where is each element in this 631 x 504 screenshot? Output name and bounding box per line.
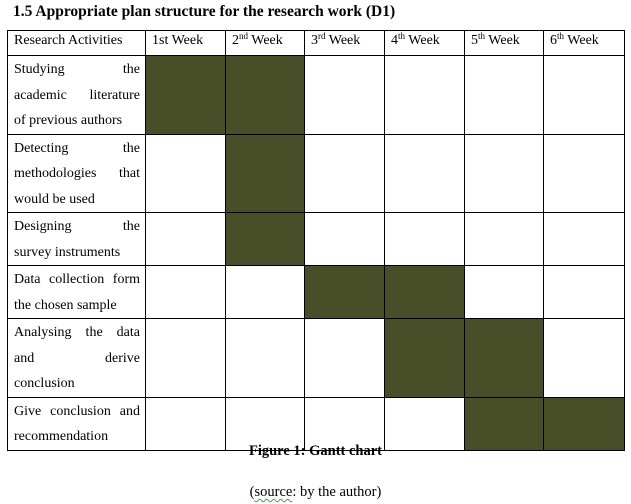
gantt-empty-cell bbox=[304, 212, 385, 266]
gantt-empty-cell bbox=[384, 133, 465, 213]
activity-label: Detecting the methodologies that would be … bbox=[7, 133, 146, 213]
figure-caption: Figure 1: Gantt chart bbox=[248, 443, 383, 459]
gantt-bar-cell bbox=[464, 318, 544, 398]
week-header-label: Week bbox=[325, 33, 361, 48]
gantt-empty-cell bbox=[304, 55, 385, 135]
activity-label: Analysing the data and derive conclusion bbox=[7, 318, 146, 398]
gantt-bar-cell bbox=[225, 212, 305, 266]
activity-label-line: academic literature bbox=[14, 87, 140, 103]
activity-row: Detecting the methodologies that would be … bbox=[7, 133, 625, 213]
activity-row: Data collection form the chosen sample bbox=[7, 265, 625, 319]
activity-label-line: methodologies that bbox=[14, 166, 140, 181]
gantt-bar-cell bbox=[225, 55, 305, 135]
gantt-empty-cell bbox=[304, 318, 385, 398]
activity-label-line: Give conclusion and bbox=[14, 403, 140, 419]
gantt-empty-cell bbox=[543, 265, 625, 319]
activity-label-line: and derive bbox=[14, 350, 140, 366]
week-header-base: 2 bbox=[232, 33, 239, 48]
gantt-empty-cell bbox=[464, 55, 544, 135]
activity-label-line: survey instruments bbox=[14, 244, 121, 260]
activity-label-line: Designing the bbox=[14, 219, 140, 234]
gantt-empty-cell bbox=[384, 55, 465, 135]
gantt-empty-cell bbox=[304, 133, 385, 213]
header-row: Research Activities 1st Week 2nd Week 3r… bbox=[7, 30, 625, 56]
gantt-empty-cell bbox=[145, 265, 226, 319]
activity-label: Data collection form the chosen sample bbox=[7, 265, 146, 319]
section-heading: 1.5 Appropriate plan structure for the r… bbox=[13, 3, 396, 20]
gantt-bar-cell bbox=[145, 55, 226, 135]
gantt-bar-cell bbox=[384, 318, 465, 398]
week-header-label: Week bbox=[405, 33, 440, 48]
activity-label-line: the chosen sample bbox=[14, 297, 117, 313]
activity-row: Analysing the data and derive conclusion bbox=[7, 318, 625, 398]
gantt-bar-cell bbox=[304, 265, 385, 319]
activity-label: Designing the survey instruments bbox=[7, 212, 146, 266]
week-header: 6th Week bbox=[543, 30, 625, 56]
source-suffix: : by the author) bbox=[292, 484, 382, 500]
activity-label-line: of previous authors bbox=[14, 113, 123, 128]
gantt-chart-table: Research Activities 1st Week 2nd Week 3r… bbox=[7, 30, 625, 451]
gantt-empty-cell bbox=[464, 265, 544, 319]
week-header-suffix: nd bbox=[239, 31, 248, 41]
week-header-label: Week bbox=[485, 33, 520, 48]
week-header-base: 5 bbox=[471, 33, 478, 48]
gantt-empty-cell bbox=[145, 318, 226, 398]
activity-label: Studying the academic literature of previo… bbox=[7, 55, 146, 135]
gantt-empty-cell bbox=[543, 212, 625, 266]
activity-row: Studying the academic literature of previo… bbox=[7, 55, 625, 135]
week-header-label: Week bbox=[564, 33, 599, 48]
activity-label-line: Data collection form bbox=[14, 272, 140, 287]
gantt-bar-cell bbox=[225, 133, 305, 213]
gantt-empty-cell bbox=[543, 55, 625, 135]
activity-label-line: conclusion bbox=[14, 376, 75, 391]
source-word: source bbox=[254, 484, 293, 500]
gantt-empty-cell bbox=[384, 212, 465, 266]
week-header-suffix: rd bbox=[318, 31, 326, 41]
gantt-empty-cell bbox=[145, 133, 226, 213]
gantt-empty-cell bbox=[225, 265, 305, 319]
gantt-empty-cell bbox=[145, 212, 226, 266]
gantt-empty-cell bbox=[543, 318, 625, 398]
week-header-base: 1st Week bbox=[152, 33, 204, 48]
activity-label-line: Studying the bbox=[14, 62, 140, 77]
corner-header: Research Activities bbox=[7, 30, 146, 56]
week-header-suffix: th bbox=[478, 31, 486, 41]
activity-label-line: Analysing the data bbox=[14, 325, 140, 340]
activity-label-line: would be used bbox=[14, 191, 95, 207]
gantt-bar-cell bbox=[384, 265, 465, 319]
week-header: 5th Week bbox=[464, 30, 544, 56]
week-header: 1st Week bbox=[145, 30, 226, 56]
week-header-label: Week bbox=[248, 33, 283, 48]
gantt-empty-cell bbox=[225, 318, 305, 398]
week-header: 4th Week bbox=[384, 30, 465, 56]
week-header-base: 3 bbox=[311, 33, 318, 48]
gantt-empty-cell bbox=[464, 133, 544, 213]
gantt-empty-cell bbox=[543, 133, 625, 213]
week-header-suffix: th bbox=[557, 31, 565, 41]
gantt-empty-cell bbox=[464, 212, 544, 266]
week-header: 3rd Week bbox=[304, 30, 385, 56]
week-header-suffix: th bbox=[398, 31, 406, 41]
figure-source: (source: by the author) bbox=[0, 484, 631, 501]
week-header-base: 6 bbox=[550, 33, 557, 48]
activity-row: Designing the survey instruments bbox=[7, 212, 625, 266]
activity-label-line: Detecting the bbox=[14, 140, 140, 156]
week-header-base: 4 bbox=[391, 33, 398, 48]
week-header: 2nd Week bbox=[225, 30, 305, 56]
